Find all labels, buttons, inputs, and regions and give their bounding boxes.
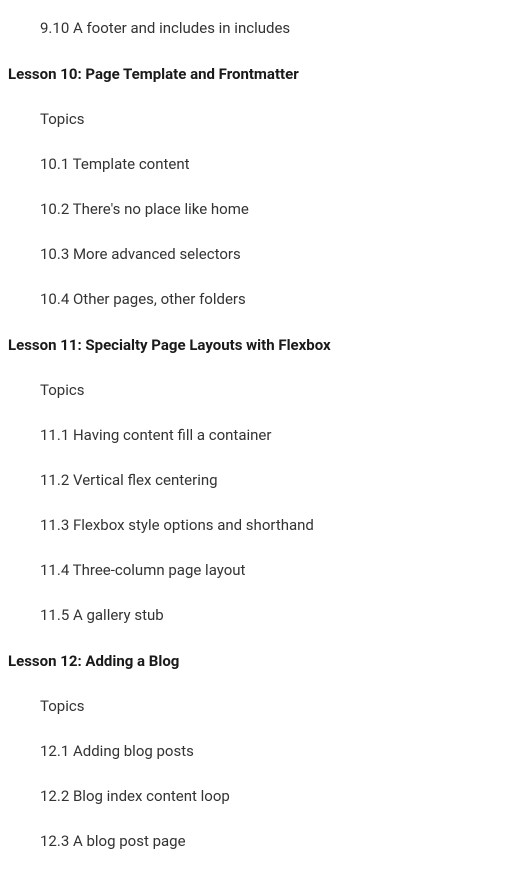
lesson-title[interactable]: Lesson 11: Specialty Page Layouts with F… [0, 322, 514, 368]
course-outline: 9.10 A footer and includes in includes L… [0, 6, 514, 864]
topic-item[interactable]: 12.3 A blog post page [0, 819, 514, 864]
lesson-title[interactable]: Lesson 10: Page Template and Frontmatter [0, 51, 514, 97]
topic-item[interactable]: Topics [0, 368, 514, 413]
topic-item[interactable]: 11.3 Flexbox style options and shorthand [0, 503, 514, 548]
topic-item[interactable]: 11.4 Three-column page layout [0, 548, 514, 593]
topic-item[interactable]: Topics [0, 97, 514, 142]
topic-item[interactable]: 11.2 Vertical flex centering [0, 458, 514, 503]
topic-item[interactable]: 12.1 Adding blog posts [0, 729, 514, 774]
topic-item[interactable]: 11.5 A gallery stub [0, 593, 514, 638]
topic-item[interactable]: 10.3 More advanced selectors [0, 232, 514, 277]
topic-item[interactable]: 10.2 There's no place like home [0, 187, 514, 232]
lesson-title[interactable]: Lesson 12: Adding a Blog [0, 638, 514, 684]
topic-item[interactable]: 10.4 Other pages, other folders [0, 277, 514, 322]
topic-item[interactable]: Topics [0, 684, 514, 729]
topic-item[interactable]: 10.1 Template content [0, 142, 514, 187]
topic-item[interactable]: 11.1 Having content fill a container [0, 413, 514, 458]
topic-item[interactable]: 9.10 A footer and includes in includes [0, 6, 514, 51]
topic-item[interactable]: 12.2 Blog index content loop [0, 774, 514, 819]
